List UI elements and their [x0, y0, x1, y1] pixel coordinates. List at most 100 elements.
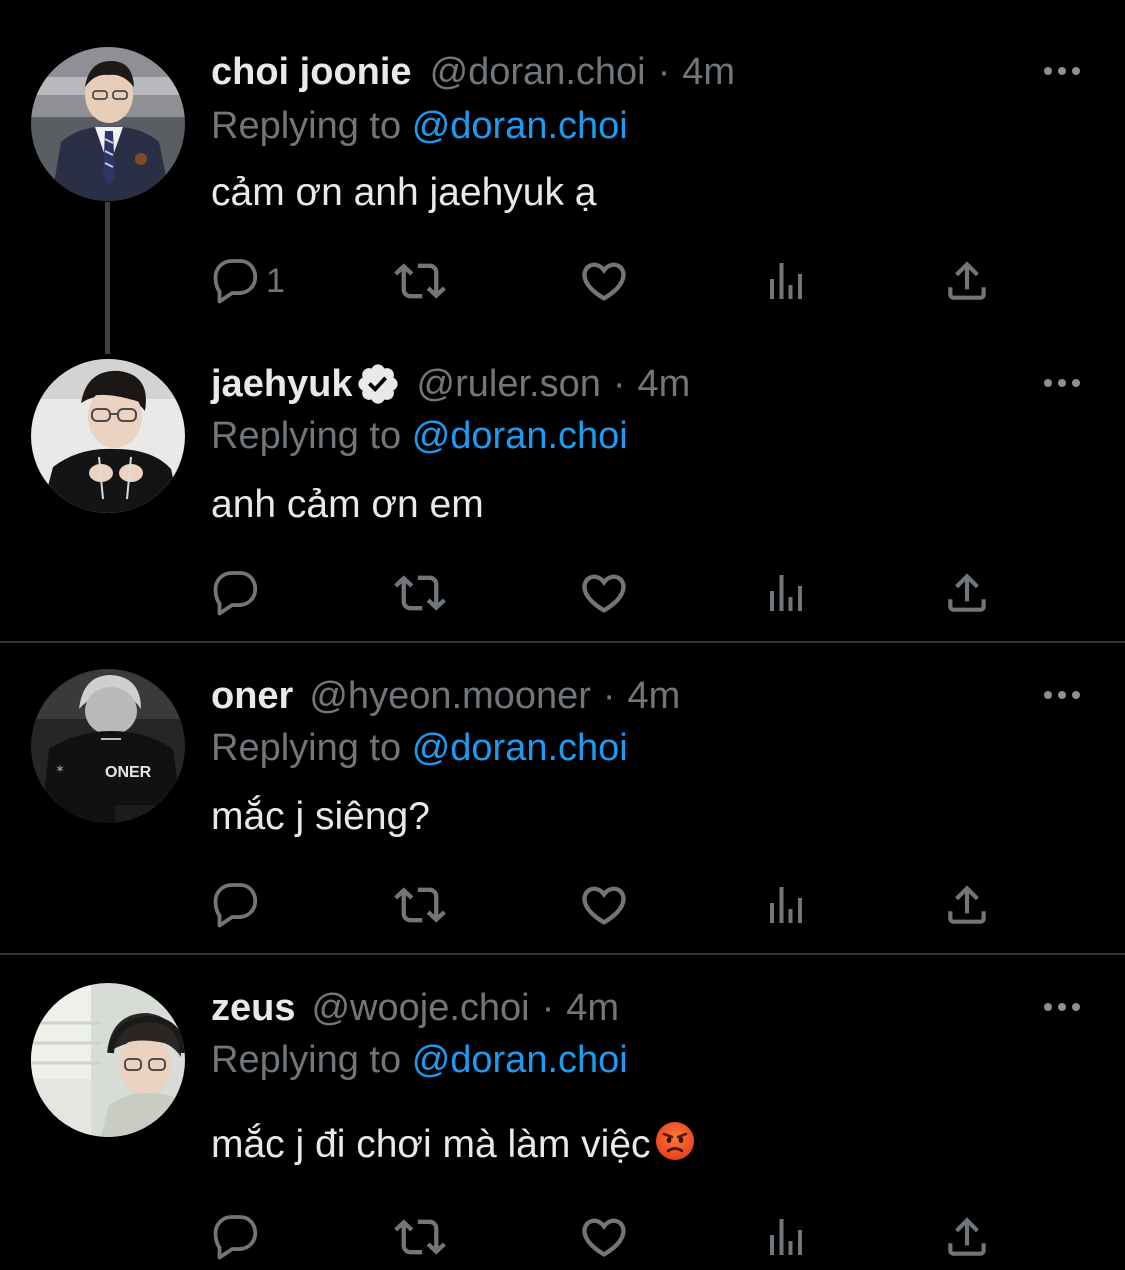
reply-icon	[212, 569, 260, 617]
tweet-text: cảm ơn anh jaehyuk ạ	[211, 171, 597, 214]
retweet-icon	[394, 879, 446, 931]
reply-icon	[212, 257, 260, 305]
reply-icon	[212, 1213, 260, 1261]
like-button[interactable]	[578, 1207, 630, 1267]
retweet-icon	[394, 255, 446, 307]
replying-to-mention[interactable]: @doran.choi	[412, 105, 628, 147]
share-button[interactable]	[942, 1207, 992, 1267]
separator-dot: ·	[612, 363, 626, 405]
reply-button[interactable]	[212, 563, 260, 623]
tweet-choi-joonie[interactable]: choi joonie @doran.choi · 4m Replying to…	[0, 47, 1125, 337]
timestamp[interactable]: 4m	[566, 983, 619, 1033]
heart-icon	[578, 567, 630, 619]
more-options-button[interactable]	[1043, 685, 1083, 705]
separator-dot: ·	[541, 987, 555, 1029]
user-handle[interactable]: @hyeon.mooner	[309, 671, 591, 721]
views-icon	[762, 1213, 810, 1261]
tweet-header: jaehyuk @ruler.son · 4m	[211, 359, 690, 409]
more-options-button[interactable]	[1043, 373, 1083, 393]
views-button[interactable]	[762, 1207, 810, 1267]
retweet-icon	[394, 567, 446, 619]
share-icon	[942, 256, 992, 306]
timestamp[interactable]: 4m	[628, 671, 681, 721]
tweet-oner[interactable]: ONER ✶ oner @hyeon.mooner · 4m Replying …	[0, 669, 1125, 953]
tweet-header: oner @hyeon.mooner · 4m	[211, 671, 680, 721]
replying-to-label: Replying to	[211, 1039, 402, 1081]
reply-icon	[212, 881, 260, 929]
more-icon	[1043, 997, 1083, 1017]
share-button[interactable]	[942, 563, 992, 623]
reply-button[interactable]: 1	[212, 251, 285, 311]
tweet-actions	[0, 1207, 1125, 1267]
replying-to-line: Replying to @doran.choi	[211, 101, 628, 151]
heart-icon	[578, 1211, 630, 1263]
tweet-jaehyuk[interactable]: jaehyuk @ruler.son · 4m Replying to @dor…	[0, 359, 1125, 641]
tweet-text-content: mắc j đi chơi mà làm việc	[211, 1123, 651, 1166]
tweet-text: anh cảm ơn em	[211, 483, 484, 526]
display-name[interactable]: oner	[211, 671, 293, 721]
tweet-zeus[interactable]: zeus @wooje.choi · 4m Replying to @doran…	[0, 983, 1125, 1270]
user-handle[interactable]: @ruler.son	[417, 359, 601, 409]
avatar-oner[interactable]: ONER ✶	[31, 669, 185, 823]
more-icon	[1043, 61, 1083, 81]
retweet-button[interactable]	[394, 563, 446, 623]
retweet-button[interactable]	[394, 1207, 446, 1267]
angry-face-emoji-icon	[655, 1122, 694, 1160]
reply-button[interactable]	[212, 875, 260, 935]
verified-badge-icon	[357, 364, 398, 404]
tweet-header: choi joonie @doran.choi · 4m	[211, 47, 735, 97]
tweet-text: mắc j đi chơi mà làm việc	[211, 1120, 695, 1170]
display-name[interactable]: choi joonie	[211, 47, 412, 97]
share-icon	[942, 880, 992, 930]
replying-to-line: Replying to @doran.choi	[211, 411, 628, 461]
replying-to-label: Replying to	[211, 415, 402, 457]
reply-button[interactable]	[212, 1207, 260, 1267]
views-icon	[762, 569, 810, 617]
heart-icon	[578, 255, 630, 307]
tweet-text: mắc j siêng?	[211, 795, 430, 838]
tweet-header: zeus @wooje.choi · 4m	[211, 983, 619, 1033]
replying-to-line: Replying to @doran.choi	[211, 723, 628, 773]
replying-to-label: Replying to	[211, 105, 402, 147]
user-handle[interactable]: @wooje.choi	[311, 983, 529, 1033]
timestamp[interactable]: 4m	[682, 47, 735, 97]
share-button[interactable]	[942, 251, 992, 311]
avatar-choi-joonie[interactable]	[31, 47, 185, 201]
timestamp[interactable]: 4m	[638, 359, 691, 409]
like-button[interactable]	[578, 563, 630, 623]
replying-to-line: Replying to @doran.choi	[211, 1035, 628, 1085]
separator-dot: ·	[602, 675, 616, 717]
replying-to-mention[interactable]: @doran.choi	[412, 415, 628, 457]
avatar-jersey-text: ONER	[105, 764, 152, 781]
retweet-button[interactable]	[394, 251, 446, 311]
views-button[interactable]	[762, 251, 810, 311]
tweet-actions	[0, 563, 1125, 623]
like-button[interactable]	[578, 251, 630, 311]
views-button[interactable]	[762, 875, 810, 935]
retweet-button[interactable]	[394, 875, 446, 935]
replying-to-mention[interactable]: @doran.choi	[412, 1039, 628, 1081]
share-button[interactable]	[942, 875, 992, 935]
replying-to-mention[interactable]: @doran.choi	[412, 727, 628, 769]
share-icon	[942, 568, 992, 618]
reply-count: 1	[266, 261, 285, 300]
more-icon	[1043, 373, 1083, 393]
user-handle[interactable]: @doran.choi	[430, 47, 646, 97]
avatar-jaehyuk[interactable]	[31, 359, 185, 513]
display-name[interactable]: zeus	[211, 983, 295, 1033]
share-icon	[942, 1212, 992, 1262]
views-icon	[762, 881, 810, 929]
views-button[interactable]	[762, 563, 810, 623]
more-options-button[interactable]	[1043, 997, 1083, 1017]
more-icon	[1043, 685, 1083, 705]
replying-to-label: Replying to	[211, 727, 402, 769]
display-name[interactable]: jaehyuk	[211, 359, 353, 409]
divider	[0, 953, 1125, 955]
avatar-zeus[interactable]	[31, 983, 185, 1137]
more-options-button[interactable]	[1043, 61, 1083, 81]
tweet-actions: 1	[0, 251, 1125, 311]
views-icon	[762, 257, 810, 305]
heart-icon	[578, 879, 630, 931]
like-button[interactable]	[578, 875, 630, 935]
divider	[0, 641, 1125, 643]
